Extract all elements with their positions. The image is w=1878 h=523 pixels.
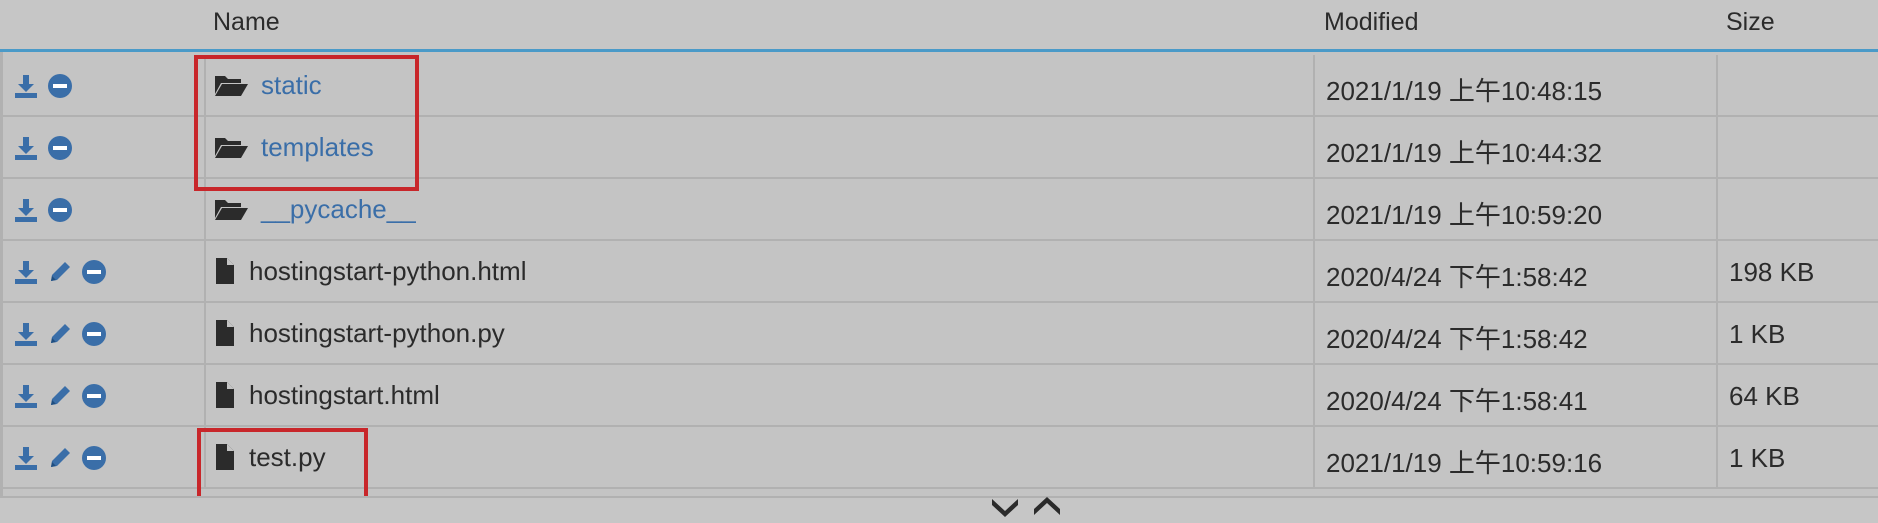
column-divider	[1313, 179, 1315, 239]
pencil-icon[interactable]	[46, 320, 74, 348]
minus-circle-icon[interactable]	[46, 72, 74, 100]
table-row: hostingstart-python.html 2020/4/24 下午1:5…	[0, 241, 1878, 303]
folder-open-icon	[213, 133, 249, 161]
folder-link[interactable]: static	[261, 70, 322, 101]
column-divider	[204, 179, 206, 239]
name-cell: hostingstart-python.py	[213, 303, 505, 363]
column-divider	[1716, 365, 1718, 425]
minus-circle-icon[interactable]	[80, 444, 108, 472]
row-actions	[12, 320, 108, 348]
pager-arrows	[988, 495, 1064, 519]
modified-date: 2020/4/24 下午1:58:42	[1326, 324, 1588, 354]
column-divider	[1716, 55, 1718, 115]
table-footer	[0, 496, 1878, 523]
modified-date: 2020/4/24 下午1:58:42	[1326, 262, 1588, 292]
column-divider	[1716, 117, 1718, 177]
name-cell: __pycache__	[213, 179, 416, 239]
minus-circle-icon[interactable]	[80, 258, 108, 286]
table-row: test.py 2021/1/19 上午10:59:16 1 KB	[0, 427, 1878, 489]
file-size: 198 KB	[1729, 257, 1815, 287]
column-divider	[1313, 303, 1315, 363]
table-row: hostingstart.html 2020/4/24 下午1:58:41 64…	[0, 365, 1878, 427]
column-divider	[1716, 179, 1718, 239]
name-cell: templates	[213, 117, 374, 177]
column-divider	[1716, 427, 1718, 487]
table-header: Name Modified Size	[0, 0, 1878, 52]
minus-circle-icon[interactable]	[80, 320, 108, 348]
name-cell: hostingstart.html	[213, 365, 440, 425]
name-cell: static	[213, 55, 322, 115]
file-icon	[213, 319, 237, 347]
folder-link[interactable]: templates	[261, 132, 374, 163]
file-icon	[213, 257, 237, 285]
column-header-modified[interactable]: Modified	[1324, 8, 1419, 37]
name-cell: hostingstart-python.html	[213, 241, 526, 301]
column-divider	[204, 55, 206, 115]
column-divider	[1716, 303, 1718, 363]
name-cell: test.py	[213, 427, 326, 487]
folder-open-icon	[213, 195, 249, 223]
row-actions	[12, 444, 108, 472]
column-divider	[204, 117, 206, 177]
file-name: hostingstart-python.html	[249, 255, 527, 286]
table-row: __pycache__ 2021/1/19 上午10:59:20	[0, 179, 1878, 241]
file-name: hostingstart.html	[249, 379, 440, 410]
file-size: 1 KB	[1729, 443, 1786, 473]
modified-date: 2021/1/19 上午10:59:20	[1326, 200, 1603, 230]
download-icon[interactable]	[12, 382, 40, 410]
pencil-icon[interactable]	[46, 258, 74, 286]
chevron-up-icon[interactable]	[1030, 495, 1064, 519]
download-icon[interactable]	[12, 320, 40, 348]
minus-circle-icon[interactable]	[46, 134, 74, 162]
row-actions	[12, 134, 74, 162]
column-divider	[1313, 55, 1315, 115]
column-divider	[204, 303, 206, 363]
row-actions	[12, 72, 74, 100]
modified-date: 2021/1/19 上午10:48:15	[1326, 76, 1603, 106]
pencil-icon[interactable]	[46, 444, 74, 472]
file-name: test.py	[249, 441, 326, 472]
download-icon[interactable]	[12, 444, 40, 472]
file-size: 1 KB	[1729, 319, 1786, 349]
download-icon[interactable]	[12, 196, 40, 224]
modified-date: 2021/1/19 上午10:59:16	[1326, 448, 1603, 478]
column-divider	[204, 427, 206, 487]
column-divider	[1716, 241, 1718, 301]
download-icon[interactable]	[12, 134, 40, 162]
download-icon[interactable]	[12, 72, 40, 100]
modified-date: 2020/4/24 下午1:58:41	[1326, 386, 1588, 416]
column-header-size[interactable]: Size	[1726, 8, 1775, 37]
column-divider	[1313, 241, 1315, 301]
column-divider	[1313, 427, 1315, 487]
file-name: hostingstart-python.py	[249, 317, 505, 348]
column-divider	[204, 241, 206, 301]
folder-link[interactable]: __pycache__	[261, 194, 416, 225]
file-icon	[213, 443, 237, 471]
minus-circle-icon[interactable]	[46, 196, 74, 224]
minus-circle-icon[interactable]	[80, 382, 108, 410]
row-actions	[12, 196, 74, 224]
row-actions	[12, 258, 108, 286]
download-icon[interactable]	[12, 258, 40, 286]
column-header-name[interactable]: Name	[213, 8, 280, 37]
pencil-icon[interactable]	[46, 382, 74, 410]
table-row: templates 2021/1/19 上午10:44:32	[0, 117, 1878, 179]
column-divider	[1313, 117, 1315, 177]
row-actions	[12, 382, 108, 410]
modified-date: 2021/1/19 上午10:44:32	[1326, 138, 1603, 168]
table-row: static 2021/1/19 上午10:48:15	[0, 55, 1878, 117]
column-divider	[204, 365, 206, 425]
column-divider	[1313, 365, 1315, 425]
table-row: hostingstart-python.py 2020/4/24 下午1:58:…	[0, 303, 1878, 365]
file-size: 64 KB	[1729, 381, 1800, 411]
chevron-down-icon[interactable]	[988, 495, 1022, 519]
file-icon	[213, 381, 237, 409]
folder-open-icon	[213, 71, 249, 99]
